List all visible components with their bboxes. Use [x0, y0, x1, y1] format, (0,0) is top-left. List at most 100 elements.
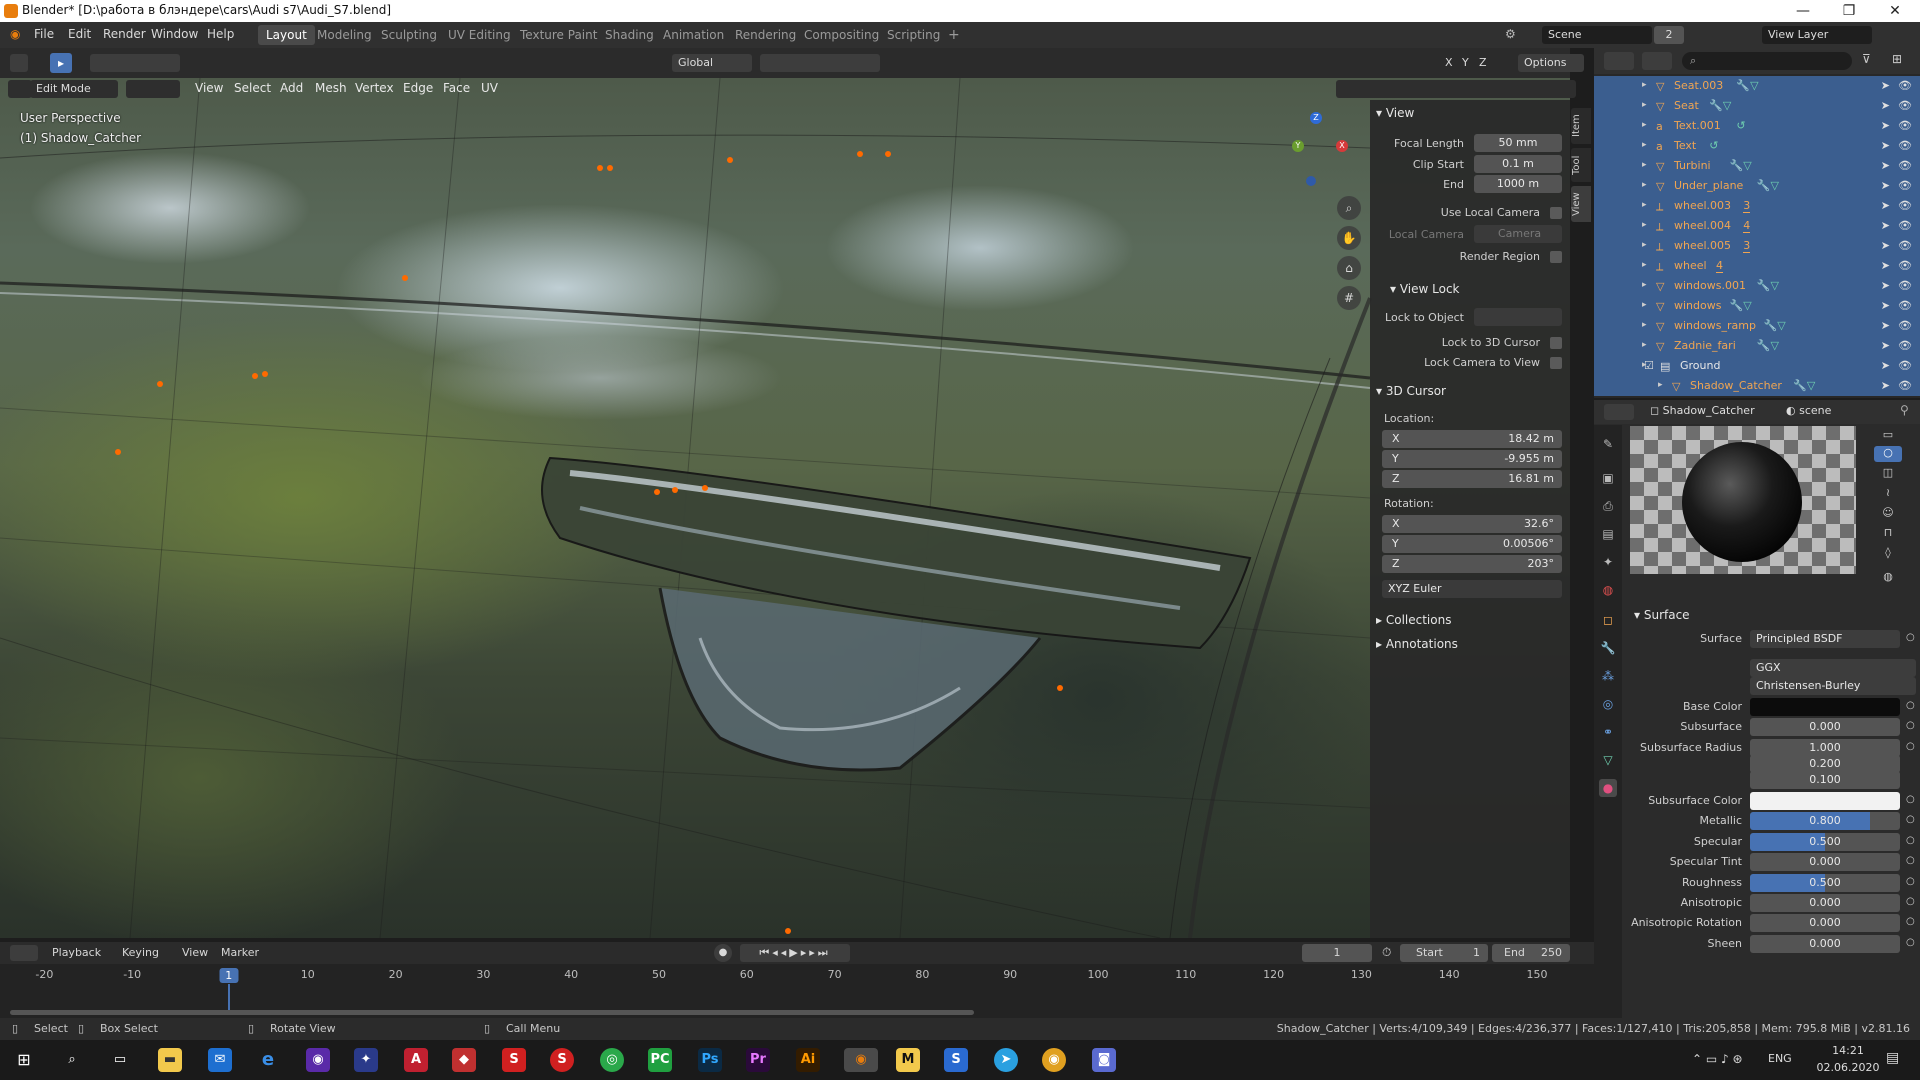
pan-hand-icon[interactable]: ✋: [1337, 226, 1361, 250]
select-tool-icon[interactable]: ▸: [50, 53, 72, 73]
workspace-tab-compositing[interactable]: Compositing: [796, 25, 887, 45]
expand-arrow-icon[interactable]: ▸: [1658, 380, 1663, 390]
focal-length-field[interactable]: 50 mm: [1474, 134, 1562, 152]
link-socket-icon[interactable]: ○: [1906, 741, 1915, 752]
physics-tab-icon[interactable]: ◎: [1599, 695, 1617, 713]
link-socket-icon[interactable]: ○: [1906, 720, 1915, 731]
link-socket-icon[interactable]: ○: [1906, 896, 1915, 907]
outliner-row[interactable]: ▸ ⟂ wheel.005 3 ➤ 👁: [1594, 236, 1920, 256]
expand-arrow-icon[interactable]: ▸: [1642, 260, 1647, 270]
outliner-row[interactable]: ▸ ⟂ wheel 4 ➤ 👁: [1594, 256, 1920, 276]
preview-cube-icon[interactable]: ◫: [1880, 466, 1896, 480]
visibility-eye-icon[interactable]: 👁: [1898, 99, 1912, 112]
view-layer-selector[interactable]: View Layer: [1762, 26, 1872, 44]
modifier-data-icon[interactable]: 🔧▽: [1764, 319, 1786, 332]
link-socket-icon[interactable]: ○: [1906, 835, 1915, 846]
preview-fluid-icon[interactable]: ◊: [1880, 546, 1896, 560]
viewport-menu-uv[interactable]: UV: [481, 81, 498, 95]
cursor-rotation-x[interactable]: X 32.6°: [1382, 515, 1562, 533]
modifier-data-icon[interactable]: 🔧▽: [1757, 179, 1779, 192]
expand-arrow-icon[interactable]: ▸: [1642, 320, 1647, 330]
cursor-location-y[interactable]: Y -9.955 m: [1382, 450, 1562, 468]
property-field[interactable]: 0.100: [1750, 771, 1900, 789]
pin-icon[interactable]: ⚲: [1900, 403, 1909, 417]
modifier-icon[interactable]: ↺: [1736, 119, 1745, 132]
menu-edit[interactable]: Edit: [68, 27, 91, 41]
selectable-icon[interactable]: ➤: [1881, 219, 1890, 232]
modifier-data-icon[interactable]: 🔧▽: [1736, 79, 1758, 92]
viewport-menu-add[interactable]: Add: [280, 81, 303, 95]
outliner-editor-type-icon[interactable]: [1604, 52, 1634, 70]
subsurface-method-dropdown[interactable]: Christensen-Burley: [1750, 677, 1916, 695]
constraints-tab-icon[interactable]: ⚭: [1599, 723, 1617, 741]
rotation-mode-dropdown[interactable]: XYZ Euler: [1382, 580, 1562, 598]
photoshop-icon[interactable]: Ps: [698, 1048, 722, 1072]
preview-hair-icon[interactable]: ≀: [1880, 486, 1896, 500]
display-mode-icon[interactable]: [1642, 52, 1672, 70]
start-frame-field[interactable]: Start 1: [1400, 944, 1488, 962]
viewport-menu-edge[interactable]: Edge: [403, 81, 433, 95]
scene-selector[interactable]: Scene: [1542, 26, 1652, 44]
selectable-icon[interactable]: ➤: [1881, 359, 1890, 372]
outliner-row[interactable]: ▸ ⟂ wheel.004 4 ➤ 👁: [1594, 216, 1920, 236]
preview-sphere-icon[interactable]: ○: [1874, 446, 1902, 462]
render-tab-icon[interactable]: ▣: [1599, 469, 1617, 487]
cursor-location-x[interactable]: X 18.42 m: [1382, 430, 1562, 448]
view-layer-tab-icon[interactable]: ▤: [1599, 525, 1617, 543]
workspace-tab-texture-paint[interactable]: Texture Paint: [512, 25, 605, 45]
modifier-data-icon[interactable]: 🔧▽: [1730, 299, 1752, 312]
axis-x-toggle[interactable]: X: [1445, 56, 1453, 69]
link-socket-icon[interactable]: ○: [1906, 814, 1915, 825]
selectable-icon[interactable]: ➤: [1881, 279, 1890, 292]
timeline-menu-marker[interactable]: Marker: [221, 946, 259, 959]
lock-to-cursor-checkbox[interactable]: [1550, 337, 1562, 349]
expand-arrow-icon[interactable]: ▸: [1642, 220, 1647, 230]
file-explorer-icon[interactable]: ▬: [158, 1048, 182, 1072]
premiere-icon[interactable]: Pr: [746, 1048, 770, 1072]
timeline-menu-keying[interactable]: Keying: [122, 946, 159, 959]
m-app-icon[interactable]: M: [896, 1048, 920, 1072]
surface-panel-header[interactable]: ▾ Surface: [1634, 608, 1690, 622]
viewport-menu-mesh[interactable]: Mesh: [315, 81, 347, 95]
npanel-tab-view[interactable]: View: [1571, 186, 1591, 222]
chrome-icon[interactable]: ◉: [1042, 1048, 1066, 1072]
outliner-row[interactable]: ▸ ▽ Under_plane 🔧▽ ➤ 👁: [1594, 176, 1920, 196]
mode-dropdown[interactable]: Edit Mode: [30, 80, 118, 98]
gizmo-z-axis[interactable]: Z: [1310, 112, 1322, 124]
visibility-eye-icon[interactable]: 👁: [1898, 119, 1912, 132]
notifications-icon[interactable]: ▤: [1886, 1050, 1899, 1066]
selectable-icon[interactable]: ➤: [1881, 379, 1890, 392]
cursor-rotation-z[interactable]: Z 203°: [1382, 555, 1562, 573]
axis-z-toggle[interactable]: Z: [1479, 56, 1487, 69]
expand-arrow-icon[interactable]: ▸: [1642, 280, 1647, 290]
child-count-badge[interactable]: 4: [1716, 259, 1723, 273]
visibility-eye-icon[interactable]: 👁: [1898, 79, 1912, 92]
child-count-badge[interactable]: 3: [1743, 199, 1751, 213]
base-color-swatch[interactable]: [1750, 698, 1900, 716]
link-socket-icon[interactable]: ○: [1906, 632, 1915, 643]
selectable-icon[interactable]: ➤: [1881, 339, 1890, 352]
filter-icon[interactable]: ⊽: [1862, 52, 1871, 66]
perspective-grid-icon[interactable]: #: [1337, 286, 1361, 310]
property-field[interactable]: 0.000: [1750, 935, 1900, 953]
data-tab-icon[interactable]: ▽: [1599, 751, 1617, 769]
world-tab-icon[interactable]: ◍: [1599, 581, 1617, 599]
selectable-icon[interactable]: ➤: [1881, 259, 1890, 272]
purple-app-icon[interactable]: ◉: [306, 1048, 330, 1072]
expand-arrow-icon[interactable]: ▸: [1642, 120, 1647, 130]
property-field[interactable]: 0.000: [1750, 914, 1900, 932]
zoom-icon[interactable]: ⌕: [1337, 196, 1361, 220]
visibility-eye-icon[interactable]: 👁: [1898, 299, 1912, 312]
properties-editor-type-icon[interactable]: [1604, 404, 1634, 420]
property-field[interactable]: 0.000: [1750, 718, 1900, 736]
modifier-data-icon[interactable]: 🔧▽: [1730, 159, 1752, 172]
select-mode-toggle[interactable]: [126, 80, 180, 98]
3d-viewport[interactable]: [0, 78, 1570, 938]
workspace-tab-modeling[interactable]: Modeling: [309, 25, 380, 45]
workspace-tab-animation[interactable]: Animation: [655, 25, 732, 45]
preview-cloth-icon[interactable]: ⊓: [1880, 526, 1896, 540]
clock-time[interactable]: 14:21: [1820, 1044, 1876, 1057]
expand-arrow-icon[interactable]: ▸: [1642, 200, 1647, 210]
navigation-gizmo[interactable]: Z X Y: [1286, 112, 1356, 192]
link-socket-icon[interactable]: ○: [1906, 700, 1915, 711]
